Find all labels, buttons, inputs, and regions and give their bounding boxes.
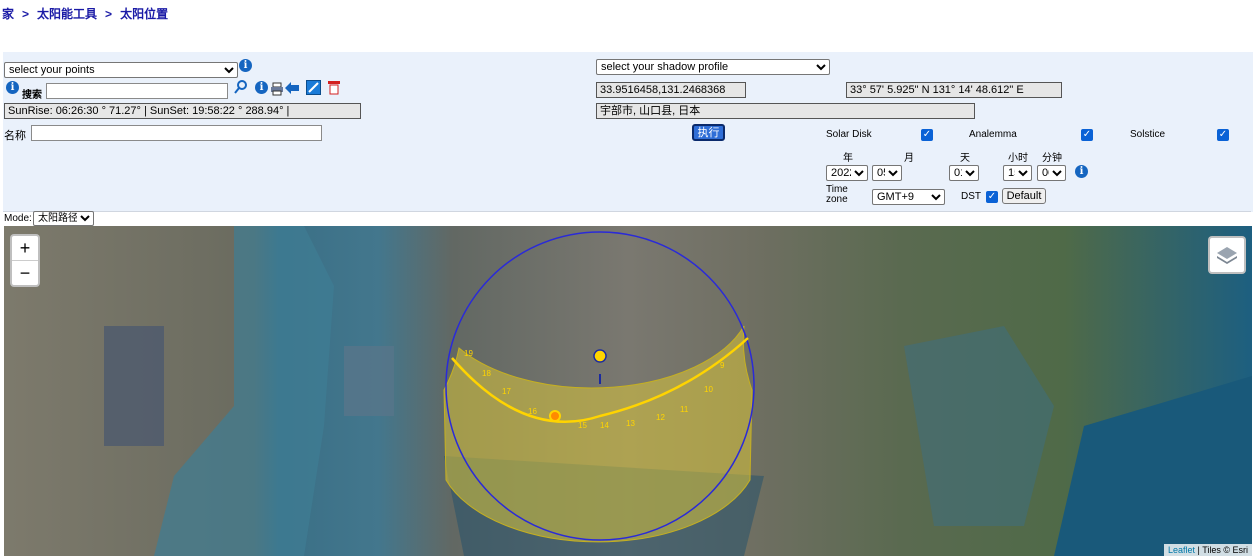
sun-hour-label: 17: [502, 387, 511, 396]
breadcrumb-separator: >: [105, 7, 113, 21]
minute-select[interactable]: 00: [1037, 165, 1066, 181]
name-label: 名称: [4, 130, 26, 142]
back-arrow-icon[interactable]: [285, 82, 299, 94]
layers-icon: [1217, 247, 1237, 264]
breadcrumb-separator: >: [22, 7, 30, 21]
search-label: 搜索: [22, 90, 42, 101]
day-select[interactable]: 01: [949, 165, 979, 181]
sun-hour-label: 11: [680, 405, 689, 414]
leaflet-link[interactable]: Leaflet: [1168, 545, 1195, 555]
year-select[interactable]: 2022: [826, 165, 868, 181]
mode-select[interactable]: 太阳路径: [33, 211, 94, 226]
sea-water: [1054, 376, 1252, 556]
breadcrumb-home[interactable]: 家: [2, 7, 14, 21]
solar-farm: [104, 326, 164, 446]
analemma-label: Analemma: [969, 129, 1017, 140]
solstice-label: Solstice: [1130, 129, 1166, 140]
breadcrumb-solar-tools[interactable]: 太阳能工具: [37, 7, 97, 21]
month-select[interactable]: 05: [872, 165, 902, 181]
inlet-water: [904, 326, 1054, 526]
dst-checkbox[interactable]: ✓: [986, 191, 998, 203]
minute-header: 分钟: [1042, 153, 1062, 164]
address-display: 宇部市, 山口县, 日本: [596, 103, 975, 119]
year-header: 年: [843, 153, 853, 164]
dst-label: DST: [961, 191, 981, 202]
sun-hour-label: 9: [720, 361, 725, 370]
delete-icon[interactable]: [328, 80, 340, 95]
hour-header: 小时: [1008, 153, 1028, 164]
month-header: 月: [904, 153, 914, 164]
sun-hour-label: 19: [464, 349, 473, 358]
zoom-control: + −: [10, 234, 40, 287]
sun-hour-label: 12: [656, 413, 665, 422]
sun-hour-label: 14: [600, 421, 609, 430]
timezone-label: Time zone: [826, 185, 848, 205]
sun-hour-label: 10: [704, 385, 713, 394]
name-input[interactable]: [31, 125, 322, 141]
bay-water: [154, 226, 334, 556]
coordinates-dms: 33° 57' 5.925" N 131° 14' 48.612" E: [846, 82, 1062, 98]
expand-icon[interactable]: [306, 80, 321, 95]
breadcrumb: 家 > 太阳能工具 > 太阳位置: [2, 5, 168, 22]
hour-select[interactable]: 15: [1003, 165, 1032, 181]
print-icon[interactable]: [270, 82, 284, 96]
analemma-checkbox[interactable]: ✓: [1081, 129, 1093, 141]
execute-button[interactable]: 执行: [692, 124, 725, 141]
sun-hour-label: 16: [528, 407, 537, 416]
timezone-label-line2: zone: [826, 194, 848, 205]
location-info-icon[interactable]: i: [255, 81, 268, 94]
search-input[interactable]: [46, 83, 228, 99]
sun-hour-label: 18: [482, 369, 491, 378]
tiles-credit: | Tiles © Esri: [1197, 545, 1248, 555]
sun-hour-label: 13: [626, 419, 635, 428]
sun-hour-label: 15: [578, 421, 587, 430]
default-button[interactable]: Default: [1002, 188, 1046, 204]
solar-disk-checkbox[interactable]: ✓: [921, 129, 933, 141]
solstice-checkbox[interactable]: ✓: [1217, 129, 1229, 141]
industrial-block: [344, 346, 394, 416]
mode-bar: [3, 211, 1251, 226]
layers-button[interactable]: [1208, 236, 1246, 274]
map-attribution: Leaflet | Tiles © Esri: [1163, 544, 1252, 556]
current-sun-marker[interactable]: [549, 410, 561, 422]
zoom-out-button[interactable]: −: [12, 261, 38, 285]
mode-label: Mode:: [4, 213, 32, 224]
coordinates-decimal: 33.9516458,131.2468368: [596, 82, 746, 98]
day-header: 天: [960, 153, 970, 164]
map-view[interactable]: 19 18 17 16 15 14 13 12 11 10 9 + − Leaf…: [4, 226, 1252, 556]
shadow-profile-select[interactable]: select your shadow profile: [596, 59, 830, 75]
breadcrumb-sun-position[interactable]: 太阳位置: [120, 7, 168, 21]
location-marker[interactable]: [593, 349, 607, 384]
points-select[interactable]: select your points: [4, 62, 238, 78]
datetime-info-icon[interactable]: i: [1075, 165, 1088, 178]
zoom-in-button[interactable]: +: [12, 236, 38, 261]
solar-disk-label: Solar Disk: [826, 129, 872, 140]
points-info-icon[interactable]: i: [239, 59, 252, 72]
map-overlay: 19 18 17 16 15 14 13 12 11 10 9: [104, 226, 1252, 556]
timezone-select[interactable]: GMT+9: [872, 189, 945, 205]
search-info-icon[interactable]: i: [6, 81, 19, 94]
sun-rise-set-info: SunRise: 06:26:30 ° 71.27° | SunSet: 19:…: [4, 103, 361, 119]
search-magnifier-icon[interactable]: [234, 80, 248, 94]
